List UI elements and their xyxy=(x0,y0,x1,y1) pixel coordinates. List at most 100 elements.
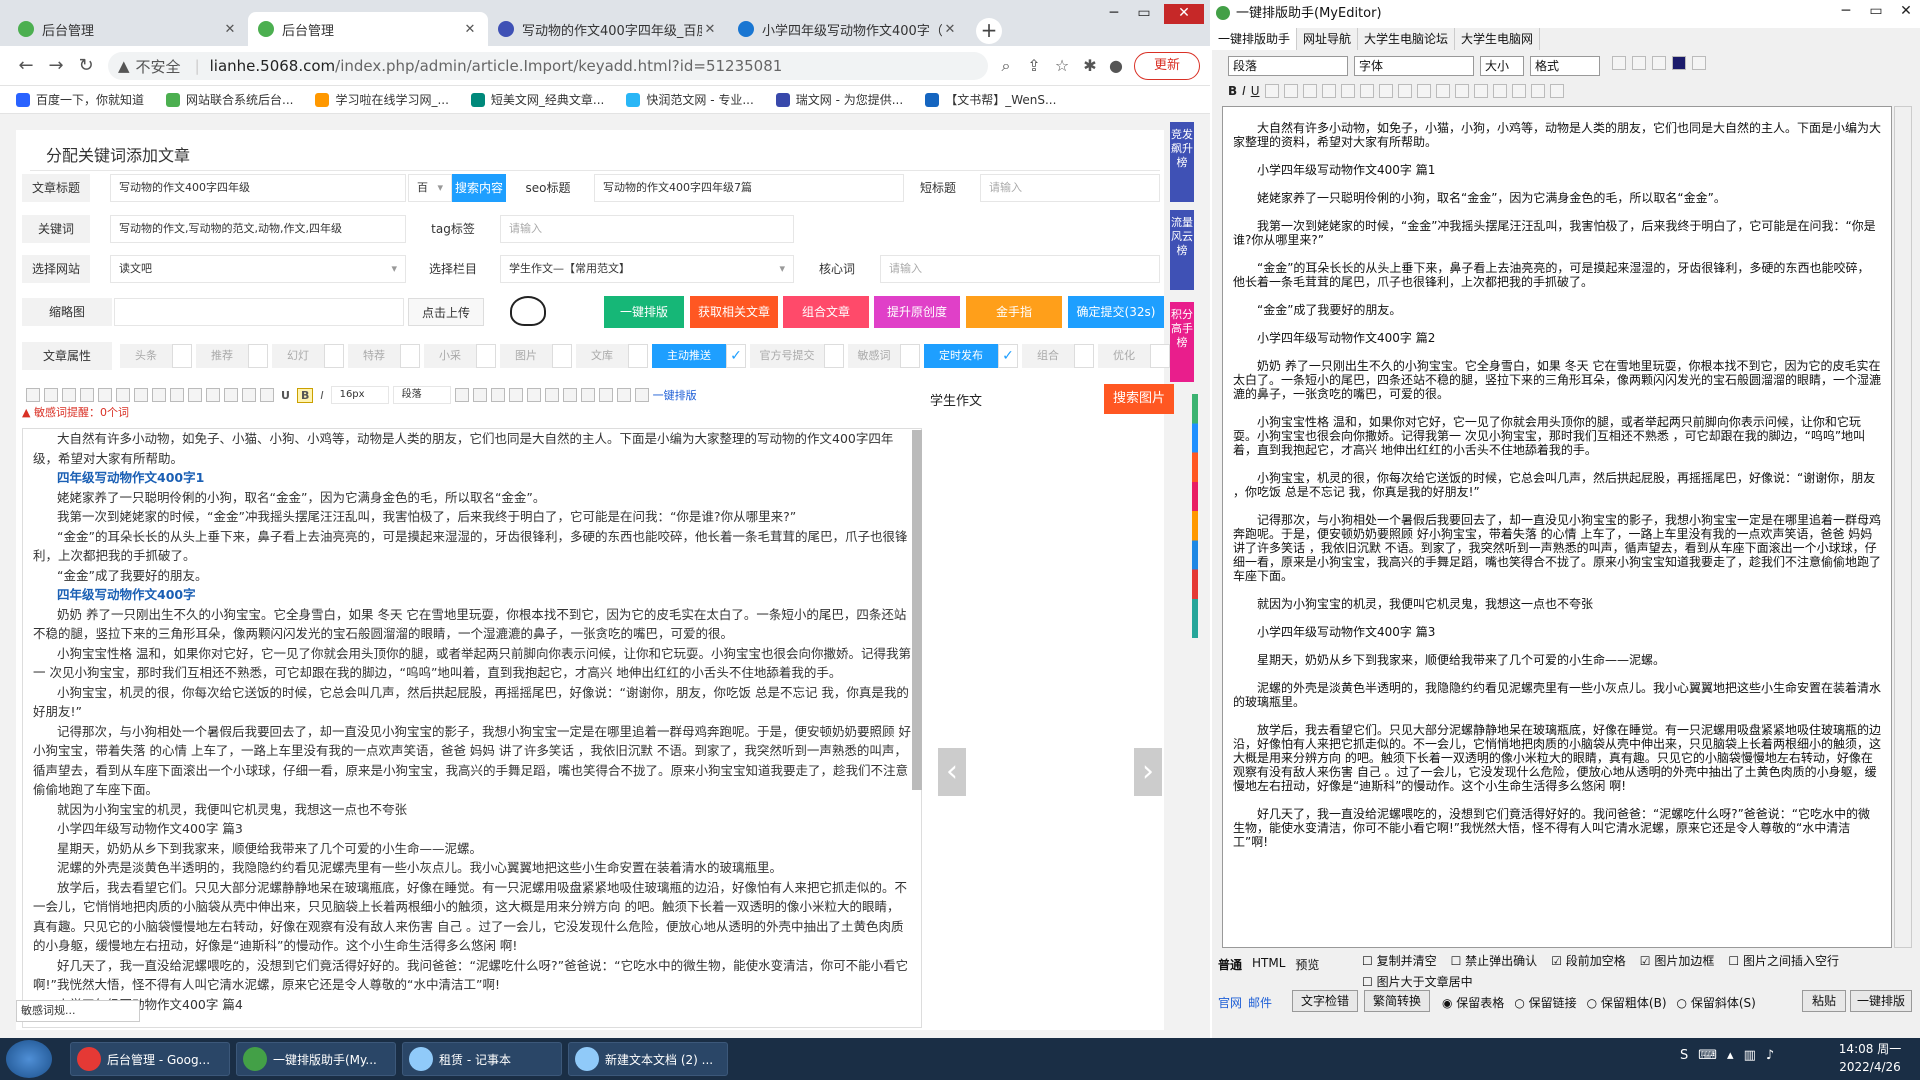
unlink-icon[interactable] xyxy=(170,388,184,402)
keep-option-radio[interactable]: ○ 保留链接 xyxy=(1514,994,1576,1011)
outdent-icon[interactable] xyxy=(1359,84,1374,98)
keywords-input[interactable]: 写动物的作文,写动物的范文,动物,作文,四年级 xyxy=(110,215,406,243)
address-bar[interactable]: ▲ 不安全 | lianhe.5068.com /index.php/admin… xyxy=(108,52,988,80)
view-tab[interactable]: 普通 xyxy=(1218,956,1242,973)
bookmark-star-icon[interactable]: ☆ xyxy=(1052,56,1072,76)
menu-item[interactable]: 网址导航 xyxy=(1297,28,1359,50)
vertical-tab[interactable]: 流量风云榜 xyxy=(1170,210,1194,290)
seo-title-input[interactable]: 写动物的作文400字四年级7篇 xyxy=(594,174,904,202)
rich-text-editor[interactable]: 大自然有许多小动物，如免子、小猫、小狗、小鸡等，动物是人类的朋友，它们也同是大自… xyxy=(22,428,922,1028)
keep-option-radio[interactable]: ○ 保留斜体(S) xyxy=(1677,994,1756,1011)
preview-icon[interactable] xyxy=(634,388,649,402)
browser-tab[interactable]: 写动物的作文400字四年级_百度 ✕ xyxy=(488,12,728,46)
bookmark-item[interactable]: 瑞文网 - 为您提供... xyxy=(775,91,903,108)
menu-item[interactable]: 一键排版助手 xyxy=(1212,28,1298,50)
attribute-checkbox[interactable]: 推荐 xyxy=(196,344,268,368)
align-center-icon[interactable] xyxy=(472,388,487,402)
action-button[interactable]: 金手指 xyxy=(966,296,1062,328)
underline-icon[interactable]: U xyxy=(278,389,293,402)
font-size-select[interactable]: 16px xyxy=(330,386,389,404)
emoticon-icon[interactable] xyxy=(224,388,238,402)
find-icon[interactable] xyxy=(242,388,256,402)
browser-tab[interactable]: 小学四年级写动物作文400字（ ✕ xyxy=(728,12,968,46)
tag-input[interactable]: 请输入 xyxy=(500,215,794,243)
official-site-link[interactable]: 官网 xyxy=(1218,994,1242,1011)
meta-icon[interactable] xyxy=(1530,84,1545,98)
font-combo[interactable]: 字体 xyxy=(1354,56,1474,76)
ime-icon[interactable]: S xyxy=(1680,1048,1688,1063)
undo-icon[interactable] xyxy=(44,388,58,402)
attribute-checkbox[interactable]: 图片 xyxy=(500,344,572,368)
redo-icon[interactable] xyxy=(62,388,76,402)
myeditor-scrollbar[interactable] xyxy=(1894,106,1912,948)
taskbar-item[interactable]: 一键排版助手(My... xyxy=(236,1042,396,1076)
attribute-checkbox[interactable]: 组合 xyxy=(1022,344,1094,368)
table-icon[interactable] xyxy=(98,388,112,402)
close-window-icon[interactable]: ✕ xyxy=(1164,4,1204,24)
site-select[interactable]: 读文吧 xyxy=(110,255,406,283)
attribute-checkbox[interactable]: 敏感词 xyxy=(848,344,920,368)
copy-icon[interactable] xyxy=(1416,84,1431,98)
attribute-checkbox[interactable]: 主动推送 ✓ xyxy=(652,344,746,368)
maximize-icon[interactable]: ▭ xyxy=(1862,2,1890,22)
minimize-icon[interactable]: ─ xyxy=(1100,4,1128,24)
horizontal-rule-icon[interactable] xyxy=(526,388,541,402)
start-button[interactable] xyxy=(6,1040,52,1078)
profile-icon[interactable]: ● xyxy=(1106,56,1126,76)
attribute-checkbox[interactable]: 幻灯 xyxy=(272,344,344,368)
column-select[interactable]: 学生作文—【常用范文】 xyxy=(500,255,794,283)
font-color-icon[interactable] xyxy=(260,388,274,402)
attribute-checkbox[interactable]: 小采 xyxy=(424,344,496,368)
bookmark-item[interactable]: 【文书帮】_WenS... xyxy=(925,91,1056,108)
bookmark-item[interactable]: 学习啦在线学习网_... xyxy=(315,91,449,108)
search-icon[interactable]: ⌕ xyxy=(996,56,1016,76)
table-icon[interactable] xyxy=(1652,56,1666,70)
style-combo[interactable]: 格式 xyxy=(1530,56,1600,76)
attribute-checkbox[interactable]: 特荐 xyxy=(348,344,420,368)
align-right-icon[interactable] xyxy=(490,388,505,402)
browser-tab[interactable]: 后台管理 ✕ xyxy=(8,12,248,46)
one-key-format-button[interactable]: 一键排版 xyxy=(1850,990,1912,1012)
align-right-icon[interactable] xyxy=(1302,84,1317,98)
bold-icon[interactable]: B xyxy=(1228,84,1237,102)
action-button[interactable]: 确定提交(32s) xyxy=(1068,296,1164,328)
unordered-list-icon[interactable] xyxy=(1340,84,1355,98)
format-painter-icon[interactable] xyxy=(616,388,631,402)
search-image-button[interactable]: 搜索图片 xyxy=(1104,384,1174,414)
image-icon[interactable] xyxy=(544,388,559,402)
option-checkbox[interactable]: ☑ 段前加空格 xyxy=(1551,952,1626,969)
action-button[interactable]: 一键排版 xyxy=(604,296,684,328)
email-link[interactable]: 邮件 xyxy=(1248,994,1272,1011)
close-icon[interactable]: ✕ xyxy=(942,22,958,37)
bookmark-item[interactable]: 快润范文网 - 专业... xyxy=(626,91,754,108)
clear-icon[interactable] xyxy=(1454,84,1469,98)
forward-icon[interactable]: → xyxy=(44,54,68,78)
font-color-icon[interactable] xyxy=(1672,56,1686,70)
keep-option-radio[interactable]: ○ 保留粗体(B) xyxy=(1587,994,1667,1011)
attribute-checkbox[interactable]: 头条 xyxy=(120,344,192,368)
search-content-button[interactable]: 搜索内容 xyxy=(452,174,506,202)
highlight-icon[interactable] xyxy=(1692,56,1706,70)
myeditor-document[interactable]: 大自然有许多小动物，如免子，小猫，小狗，小鸡等，动物是人类的朋友，它们也同是大自… xyxy=(1222,106,1892,948)
keyboard-icon[interactable]: ⌨ xyxy=(1698,1048,1717,1063)
paste-icon[interactable] xyxy=(1435,84,1450,98)
clock[interactable]: 14:08 周一 2022/4/26 xyxy=(1830,1040,1910,1078)
option-checkbox[interactable]: ☑ 图片加边框 xyxy=(1640,952,1715,969)
keep-option-radio[interactable]: ◉ 保留表格 xyxy=(1442,994,1504,1011)
taskbar-item[interactable]: 新建文本文档 (2) ... xyxy=(568,1042,728,1076)
upload-button[interactable]: 点击上传 xyxy=(408,298,484,326)
action-button[interactable]: 获取相关文章 xyxy=(690,296,778,328)
clear-format-icon[interactable] xyxy=(598,388,613,402)
size-combo[interactable]: 大小 xyxy=(1480,56,1524,76)
short-title-input[interactable]: 请输入 xyxy=(980,174,1160,202)
paste-button[interactable]: 粘贴 xyxy=(1802,990,1846,1012)
image-icon[interactable] xyxy=(1511,84,1526,98)
browser-tab-active[interactable]: 后台管理 ✕ xyxy=(248,12,488,46)
action-button[interactable]: 提升原创度 xyxy=(874,296,960,328)
ordered-list-icon[interactable] xyxy=(1321,84,1336,98)
prev-arrow-icon[interactable]: ‹ xyxy=(938,748,966,796)
title-type-select[interactable]: 百 xyxy=(408,174,452,202)
italic-icon[interactable]: I xyxy=(1242,84,1246,102)
attribute-checkbox[interactable]: 定时发布 ✓ xyxy=(924,344,1018,368)
special-char-icon[interactable] xyxy=(206,388,220,402)
